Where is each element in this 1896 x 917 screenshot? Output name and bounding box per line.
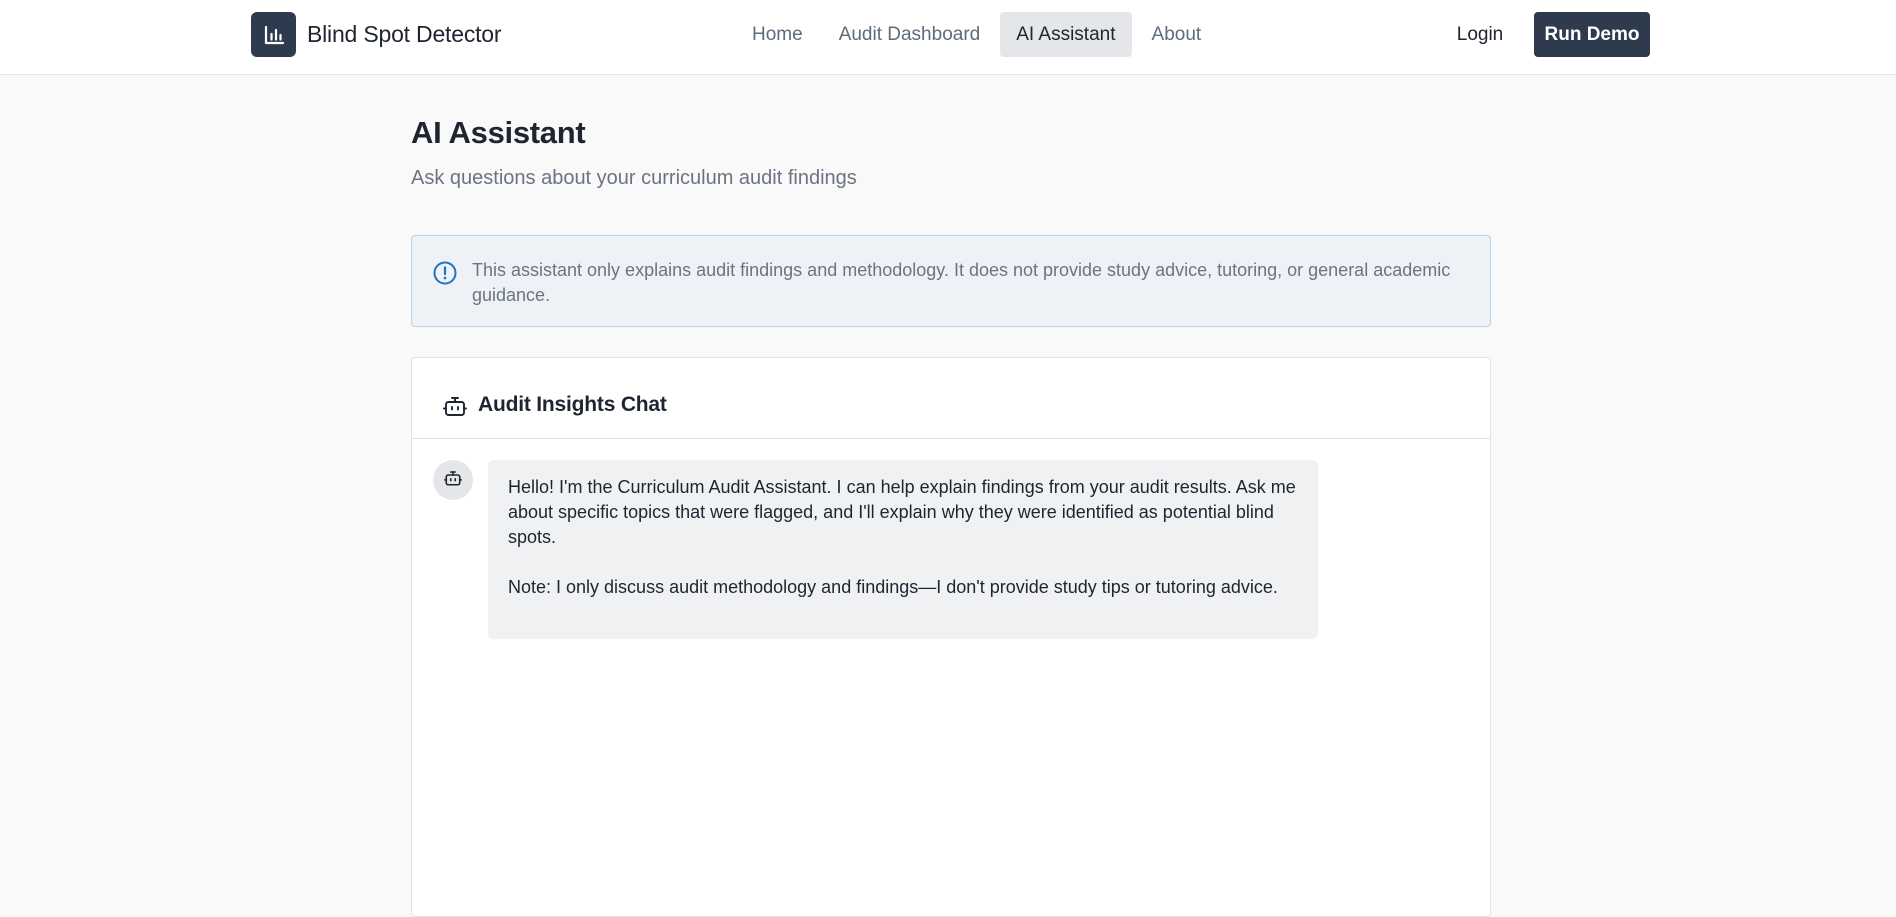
bot-icon <box>443 469 463 492</box>
scope-notice: This assistant only explains audit findi… <box>411 235 1491 327</box>
brand-home-link[interactable]: Blind Spot Detector <box>251 12 502 57</box>
assistant-message: Hello! I'm the Curriculum Audit Assistan… <box>488 460 1318 639</box>
nav-link-home[interactable]: Home <box>736 12 819 57</box>
chat-panel: Audit Insights Chat Hello! I'm the Curri… <box>411 357 1491 917</box>
main-nav: Home Audit Dashboard AI Assistant About <box>736 12 1217 57</box>
chat-title: Audit Insights Chat <box>478 393 667 416</box>
page-subtitle: Ask questions about your curriculum audi… <box>411 167 857 189</box>
top-navbar: Blind Spot Detector Home Audit Dashboard… <box>0 0 1896 75</box>
info-circle-icon <box>432 260 458 286</box>
message-paragraph: Note: I only discuss audit methodology a… <box>508 577 1278 597</box>
chat-header: Audit Insights Chat <box>412 358 1490 439</box>
notice-text: This assistant only explains audit findi… <box>472 260 1451 305</box>
bot-icon <box>443 394 467 418</box>
brand-name: Blind Spot Detector <box>307 21 502 47</box>
message-paragraph: Hello! I'm the Curriculum Audit Assistan… <box>508 477 1296 547</box>
nav-link-audit-dashboard[interactable]: Audit Dashboard <box>823 12 997 57</box>
bar-chart-icon <box>251 12 296 57</box>
login-link[interactable]: Login <box>1440 12 1520 57</box>
assistant-avatar <box>433 460 473 500</box>
nav-link-ai-assistant[interactable]: AI Assistant <box>1000 12 1132 57</box>
page-title: AI Assistant <box>411 115 586 150</box>
run-demo-button[interactable]: Run Demo <box>1534 12 1650 57</box>
nav-link-about[interactable]: About <box>1136 12 1218 57</box>
